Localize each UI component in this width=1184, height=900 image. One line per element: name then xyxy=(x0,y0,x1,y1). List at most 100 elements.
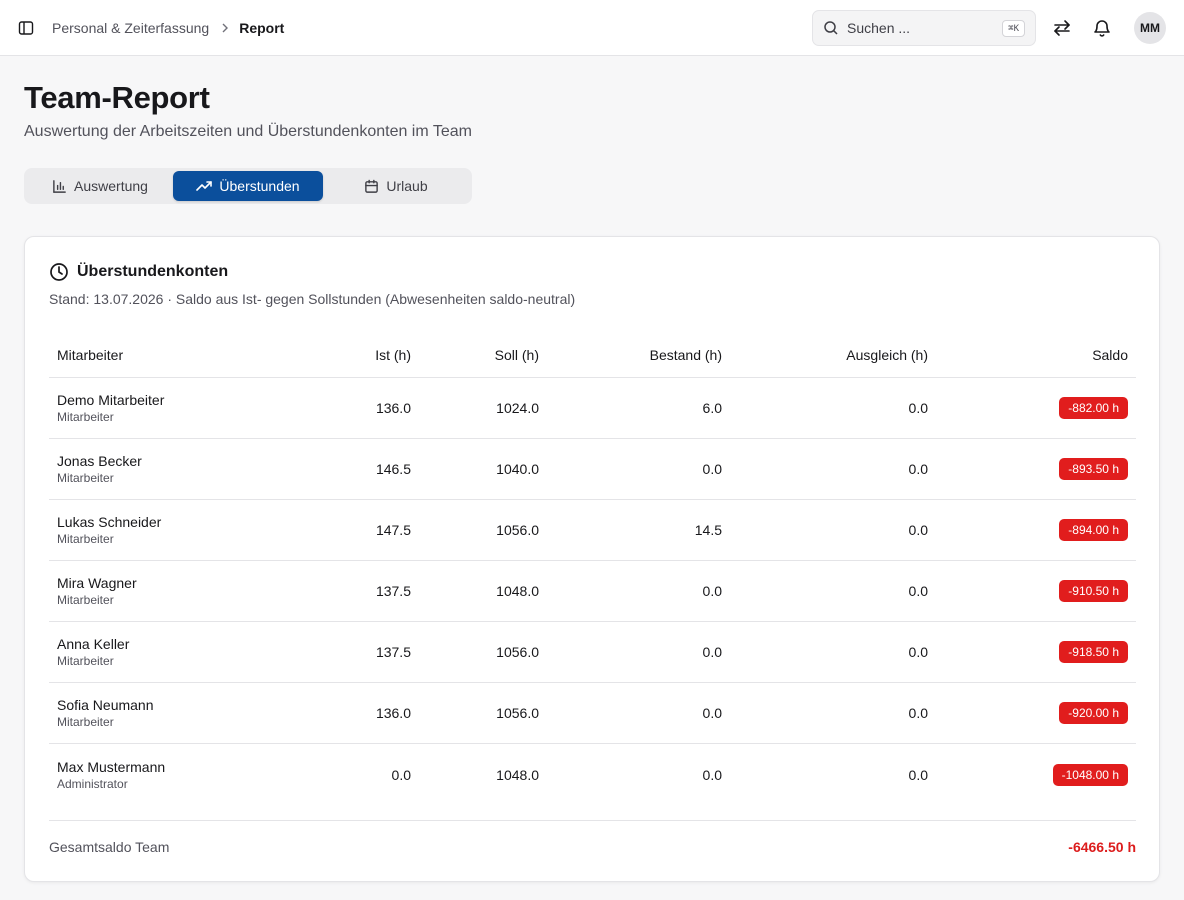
total-label: Gesamtsaldo Team xyxy=(49,839,170,855)
soll-value: 1056.0 xyxy=(496,705,539,721)
soll-value: 1040.0 xyxy=(496,461,539,477)
tab-auswertung[interactable]: Auswertung xyxy=(27,171,173,201)
saldo-cell: -918.50 h xyxy=(1059,622,1128,682)
calendar-icon xyxy=(364,179,379,194)
saldo-badge: -1048.00 h xyxy=(1052,763,1128,786)
soll-value: 1024.0 xyxy=(496,400,539,416)
avatar[interactable]: MM xyxy=(1134,12,1166,44)
ist-value: 137.5 xyxy=(375,583,411,599)
ausgleich-value: 0.0 xyxy=(908,583,928,599)
ist-value: 136.0 xyxy=(375,705,411,721)
employee-name: Demo Mitarbeiter xyxy=(57,392,165,408)
report-tabs: Auswertung Überstunden Urlaub xyxy=(24,168,472,204)
employee-role: Administrator xyxy=(57,776,128,791)
saldo-cell: -893.50 h xyxy=(1059,439,1128,499)
breadcrumb-parent[interactable]: Personal & Zeiterfassung xyxy=(52,20,209,36)
search-icon xyxy=(823,20,839,36)
saldo-badge: -918.50 h xyxy=(1059,641,1128,663)
tab-label: Überstunden xyxy=(219,178,300,194)
table-row: Mira Wagner Mitarbeiter 137.5 1048.0 0.0… xyxy=(49,561,1136,622)
saldo-badge: -882.00 h xyxy=(1059,397,1128,419)
bestand-value: 6.0 xyxy=(702,400,722,416)
employee-name: Sofia Neumann xyxy=(57,697,154,713)
ausgleich-value: 0.0 xyxy=(908,766,928,783)
page-title: Team-Report xyxy=(24,80,210,115)
search-placeholder: Suchen ... xyxy=(847,20,911,36)
saldo-badge: -910.50 h xyxy=(1059,580,1128,602)
employee-cell: Jonas Becker Mitarbeiter xyxy=(57,439,142,499)
saldo-cell: -882.00 h xyxy=(1059,378,1128,438)
switch-arrows-icon[interactable] xyxy=(1050,16,1074,40)
search-input[interactable]: Suchen ... ⌘K xyxy=(812,10,1036,46)
employee-cell: Max Mustermann Administrator xyxy=(57,744,165,805)
table-header: Mitarbeiter Ist (h) Soll (h) Bestand (h)… xyxy=(49,333,1136,378)
soll-value: 1056.0 xyxy=(496,644,539,660)
ausgleich-value: 0.0 xyxy=(908,705,928,721)
soll-value: 1048.0 xyxy=(496,766,539,783)
tab-label: Auswertung xyxy=(74,178,148,194)
sidebar-toggle-icon[interactable] xyxy=(17,19,35,37)
bestand-value: 14.5 xyxy=(694,522,722,538)
ist-value: 0.0 xyxy=(391,766,411,783)
ausgleich-value: 0.0 xyxy=(908,400,928,416)
employee-name: Max Mustermann xyxy=(57,758,166,775)
employee-role: Mitarbeiter xyxy=(57,715,114,729)
page-subtitle: Auswertung der Arbeitszeiten und Überstu… xyxy=(24,123,472,140)
tab-label: Urlaub xyxy=(386,178,428,194)
column-header-name[interactable]: Mitarbeiter xyxy=(57,333,123,377)
table-row: Anna Keller Mitarbeiter 137.5 1056.0 0.0… xyxy=(49,622,1136,683)
saldo-cell: -910.50 h xyxy=(1059,561,1128,621)
top-bar: Personal & Zeiterfassung Report Suchen .… xyxy=(0,0,1184,56)
saldo-cell: -894.00 h xyxy=(1059,500,1128,560)
soll-value: 1048.0 xyxy=(496,583,539,599)
column-header-saldo[interactable]: Saldo xyxy=(1092,333,1128,377)
employee-role: Mitarbeiter xyxy=(57,654,114,668)
employee-cell: Anna Keller Mitarbeiter xyxy=(57,622,129,682)
ausgleich-value: 0.0 xyxy=(908,461,928,477)
ist-value: 146.5 xyxy=(375,461,411,477)
employee-cell: Lukas Schneider Mitarbeiter xyxy=(57,500,161,560)
employee-role: Mitarbeiter xyxy=(57,532,114,546)
chevron-right-icon xyxy=(221,23,229,33)
overtime-accounts-card: Überstundenkonten Stand: 13.07.2026 · Sa… xyxy=(24,236,1160,882)
saldo-badge: -920.00 h xyxy=(1059,702,1128,724)
card-title: Überstundenkonten xyxy=(49,261,228,283)
soll-value: 1056.0 xyxy=(496,522,539,538)
clock-icon xyxy=(49,262,69,282)
employee-name: Mira Wagner xyxy=(57,575,137,591)
column-header-soll[interactable]: Soll (h) xyxy=(495,333,539,377)
card-description: Stand: 13.07.2026 · Saldo aus Ist- gegen… xyxy=(49,291,576,307)
search-shortcut: ⌘K xyxy=(1002,20,1025,37)
card-title-text: Überstundenkonten xyxy=(77,263,229,280)
bestand-value: 0.0 xyxy=(702,705,722,721)
employee-role: Mitarbeiter xyxy=(57,410,114,424)
column-header-ausgleich[interactable]: Ausgleich (h) xyxy=(846,333,928,377)
tab-ueberstunden[interactable]: Überstunden xyxy=(173,171,323,201)
column-header-ist[interactable]: Ist (h) xyxy=(375,333,411,377)
breadcrumb-current: Report xyxy=(239,20,285,36)
trending-up-icon xyxy=(196,178,213,194)
bestand-value: 0.0 xyxy=(702,583,722,599)
total-value: -6466.50 h xyxy=(1068,839,1136,855)
tab-urlaub[interactable]: Urlaub xyxy=(323,171,469,201)
bell-icon[interactable] xyxy=(1090,16,1114,40)
table-row: Sofia Neumann Mitarbeiter 136.0 1056.0 0… xyxy=(49,683,1136,744)
ist-value: 136.0 xyxy=(375,400,411,416)
employee-role: Mitarbeiter xyxy=(57,471,114,485)
saldo-cell: -1048.00 h xyxy=(1052,744,1128,805)
ist-value: 147.5 xyxy=(375,522,411,538)
bar-chart-icon xyxy=(52,179,67,194)
employee-cell: Sofia Neumann Mitarbeiter xyxy=(57,683,154,743)
bestand-value: 0.0 xyxy=(702,461,722,477)
saldo-badge: -893.50 h xyxy=(1059,458,1128,480)
employee-name: Anna Keller xyxy=(57,636,130,652)
team-total: Gesamtsaldo Team -6466.50 h xyxy=(49,820,1136,872)
employee-name: Jonas Becker xyxy=(57,453,142,469)
table-row: Demo Mitarbeiter Mitarbeiter 136.0 1024.… xyxy=(49,378,1136,439)
breadcrumb: Personal & Zeiterfassung Report xyxy=(52,19,284,37)
table-row: Max Mustermann Administrator 0.0 1048.0 … xyxy=(49,744,1136,805)
column-header-bestand[interactable]: Bestand (h) xyxy=(650,333,722,377)
table-row: Jonas Becker Mitarbeiter 146.5 1040.0 0.… xyxy=(49,439,1136,500)
bestand-value: 0.0 xyxy=(702,644,722,660)
ausgleich-value: 0.0 xyxy=(908,644,928,660)
